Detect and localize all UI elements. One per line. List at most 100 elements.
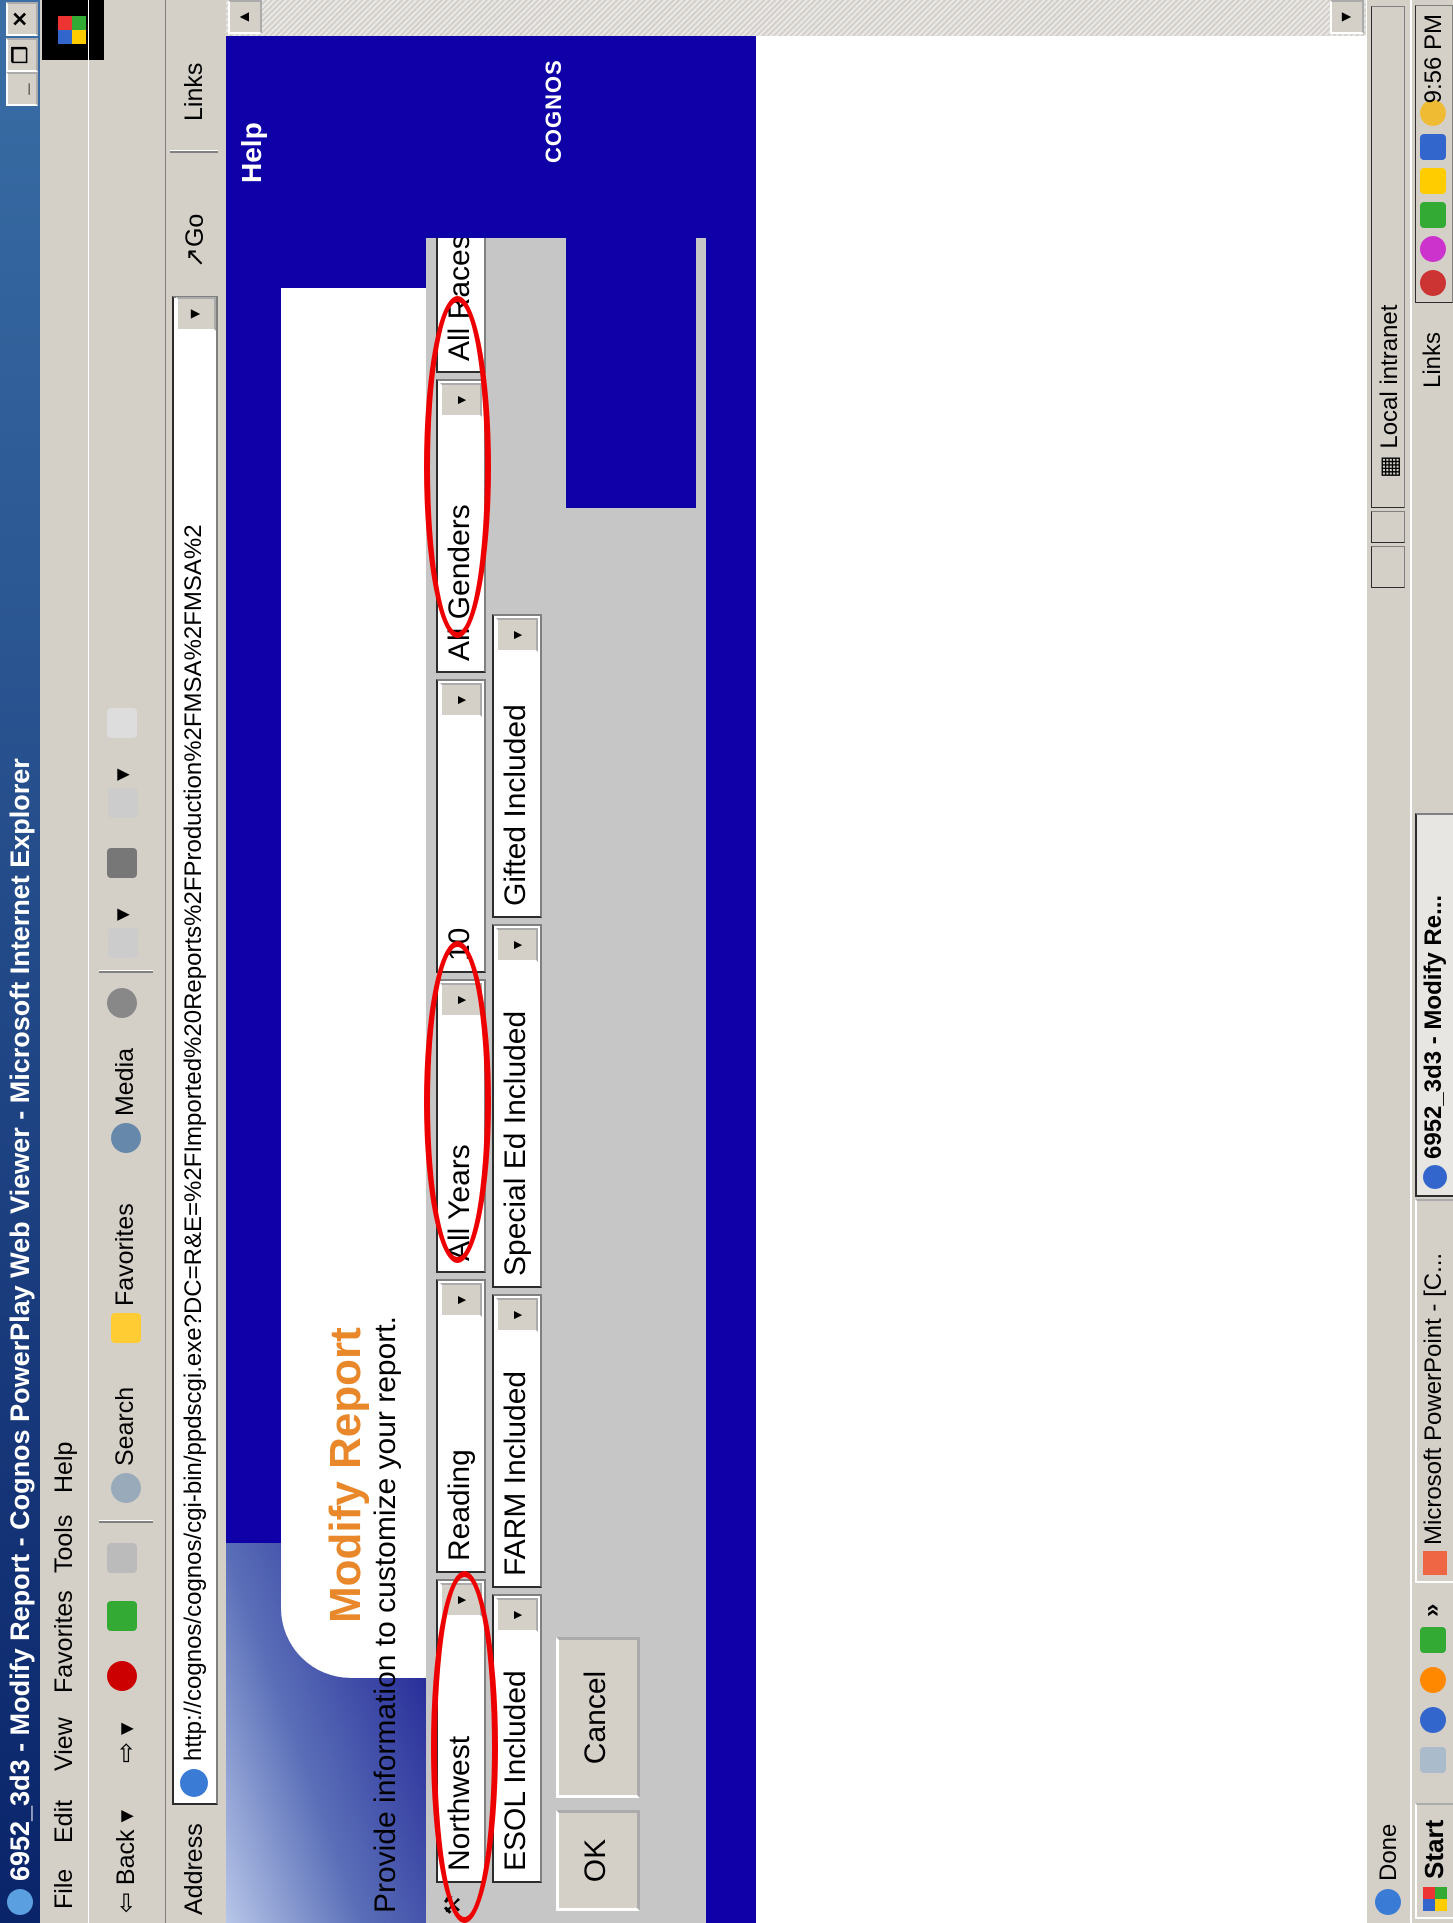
media-player-icon[interactable] <box>1420 1667 1446 1693</box>
toolbar-separator <box>170 150 218 153</box>
dropdown-arrow-icon: ▼ <box>496 928 538 962</box>
desktop-icon[interactable] <box>1420 1747 1446 1773</box>
forward-button[interactable]: ⇨ ▾ <box>111 1723 141 1763</box>
tray-shield-icon[interactable] <box>1420 236 1446 262</box>
home-button[interactable] <box>107 1543 138 1573</box>
windows-logo-icon <box>1423 1887 1447 1911</box>
favorites-button[interactable]: Favorites <box>111 1203 142 1343</box>
vertical-scrollbar[interactable]: ▲ ▼ <box>226 0 1366 36</box>
esol-select[interactable]: ESOL Included ▼ <box>492 1594 542 1883</box>
media-label: Media <box>111 1047 139 1117</box>
help-label: Help <box>236 122 267 183</box>
go-label: Go <box>181 213 209 248</box>
taskbar: Start » Microsoft PowerPoint - [C... 695… <box>1410 0 1453 1923</box>
screen: 6952_3d3 - Modify Report - Cognos PowerP… <box>0 0 1453 1923</box>
ok-label: OK <box>579 1838 612 1883</box>
tray-network-icon[interactable] <box>1420 202 1446 228</box>
menu-help[interactable]: Help <box>50 1442 79 1493</box>
page-title: Modify Report <box>321 1327 370 1623</box>
forward-arrow-icon: ⇨ <box>112 1742 140 1763</box>
back-label: Back <box>112 1829 140 1886</box>
gifted-value: Gifted Included <box>499 704 532 906</box>
farm-value: FARM Included <box>499 1370 532 1576</box>
special-ed-value: Special Ed Included <box>499 1010 532 1276</box>
toolbar: ⇦ Back ▾ ⇨ ▾ Search Favorites Media ▾ ▾ <box>88 0 166 1923</box>
close-button[interactable]: ✕ <box>6 2 38 36</box>
history-button[interactable] <box>107 988 138 1018</box>
links-button[interactable]: Links <box>180 63 209 121</box>
help-tab[interactable]: Help <box>226 122 376 273</box>
address-input[interactable]: http://cognos/cognos/cgi-bin/ppdscgi.exe… <box>172 296 218 1805</box>
task-label: Microsoft PowerPoint - [C... <box>1420 1252 1447 1545</box>
ie-icon <box>1423 1165 1447 1189</box>
refresh-icon <box>107 1601 138 1631</box>
status-text: Done <box>1375 1823 1402 1881</box>
menu-tools[interactable]: Tools <box>50 1515 79 1573</box>
favorites-label: Favorites <box>111 1203 139 1307</box>
search-button[interactable]: Search <box>111 1387 142 1503</box>
farm-select[interactable]: FARM Included ▼ <box>492 1294 542 1588</box>
dropdown-arrow-icon: ▼ <box>496 618 538 652</box>
tray-messenger-icon[interactable] <box>1420 100 1446 126</box>
more-quicklaunch-icon[interactable]: » <box>1418 1604 1446 1617</box>
media-icon <box>111 1123 142 1153</box>
page-icon <box>1375 1889 1401 1915</box>
start-button[interactable]: Start <box>1415 1803 1453 1919</box>
stop-button[interactable] <box>107 1661 138 1691</box>
menu-favorites[interactable]: Favorites <box>50 1590 79 1693</box>
tray-volume-icon[interactable] <box>1420 168 1446 194</box>
status-cell <box>1371 511 1405 543</box>
subject-value: Reading <box>443 1449 476 1561</box>
favorites-icon <box>111 1313 142 1343</box>
cognos-logo: COGNOS <box>541 59 566 163</box>
system-tray: 9:56 PM <box>1415 5 1453 303</box>
start-label: Start <box>1419 1819 1449 1879</box>
go-button[interactable]: ↗Go <box>180 214 210 268</box>
links-toolbar-label[interactable]: Links <box>1419 332 1447 388</box>
scroll-up-button[interactable]: ▲ <box>228 0 262 34</box>
cancel-button[interactable]: Cancel <box>556 1637 640 1798</box>
outlook-icon[interactable] <box>1420 1627 1446 1653</box>
page-icon <box>180 1769 208 1797</box>
highlight-ellipse <box>424 941 491 1263</box>
task-button-powerpoint[interactable]: Microsoft PowerPoint - [C... <box>1415 1199 1453 1583</box>
media-button[interactable]: Media <box>111 1047 142 1153</box>
discuss-button[interactable] <box>107 708 138 738</box>
back-button[interactable]: ⇦ Back ▾ <box>111 1810 141 1913</box>
mail-button[interactable]: ▾ <box>107 909 139 958</box>
dropdown-arrow-icon: ▼ <box>496 1298 538 1332</box>
ok-button[interactable]: OK <box>556 1810 640 1911</box>
address-url: http://cognos/cognos/cgi-bin/ppdscgi.exe… <box>180 524 207 1761</box>
ie-icon[interactable] <box>1420 1707 1446 1733</box>
tray-app-icon[interactable] <box>1420 134 1446 160</box>
powerpoint-icon <box>1423 1551 1447 1575</box>
dropdown-arrow-icon: ▼ <box>440 1283 482 1317</box>
task-button-ie[interactable]: 6952_3d3 - Modify Re... <box>1415 813 1453 1197</box>
menu-file[interactable]: File <box>50 1869 79 1909</box>
toolbar-separator <box>99 1520 153 1523</box>
toolbar-separator <box>99 970 153 973</box>
grade-select[interactable]: 10 ▼ <box>436 679 486 973</box>
edit-button[interactable]: ▾ <box>107 769 139 818</box>
menu-edit[interactable]: Edit <box>50 1800 79 1843</box>
minimize-button[interactable]: _ <box>6 72 38 106</box>
address-bar: Address http://cognos/cognos/cgi-bin/ppd… <box>166 0 224 1923</box>
menu-view[interactable]: View <box>50 1717 79 1771</box>
special-ed-select[interactable]: Special Ed Included ▼ <box>492 924 542 1288</box>
print-button[interactable] <box>107 848 138 878</box>
address-dropdown-button[interactable]: ▼ <box>176 297 216 331</box>
refresh-button[interactable] <box>107 1601 138 1631</box>
home-icon <box>107 1543 138 1573</box>
esol-value: ESOL Included <box>499 1670 532 1871</box>
dropdown-arrow-icon: ▼ <box>440 683 482 717</box>
menu-bar: File Edit View Favorites Tools Help <box>42 0 104 1923</box>
maximize-button[interactable]: ❐ <box>6 38 38 72</box>
subject-select[interactable]: Reading ▼ <box>436 1279 486 1573</box>
tray-antivirus-icon[interactable] <box>1420 270 1446 296</box>
scroll-down-button[interactable]: ▼ <box>1330 0 1364 34</box>
dropdown-arrow-icon: ▼ <box>496 1598 538 1632</box>
instruction-text: Provide information to customize your re… <box>369 1316 402 1913</box>
gifted-select[interactable]: Gifted Included ▼ <box>492 614 542 918</box>
blue-strip <box>566 36 696 508</box>
mail-icon <box>108 928 139 958</box>
